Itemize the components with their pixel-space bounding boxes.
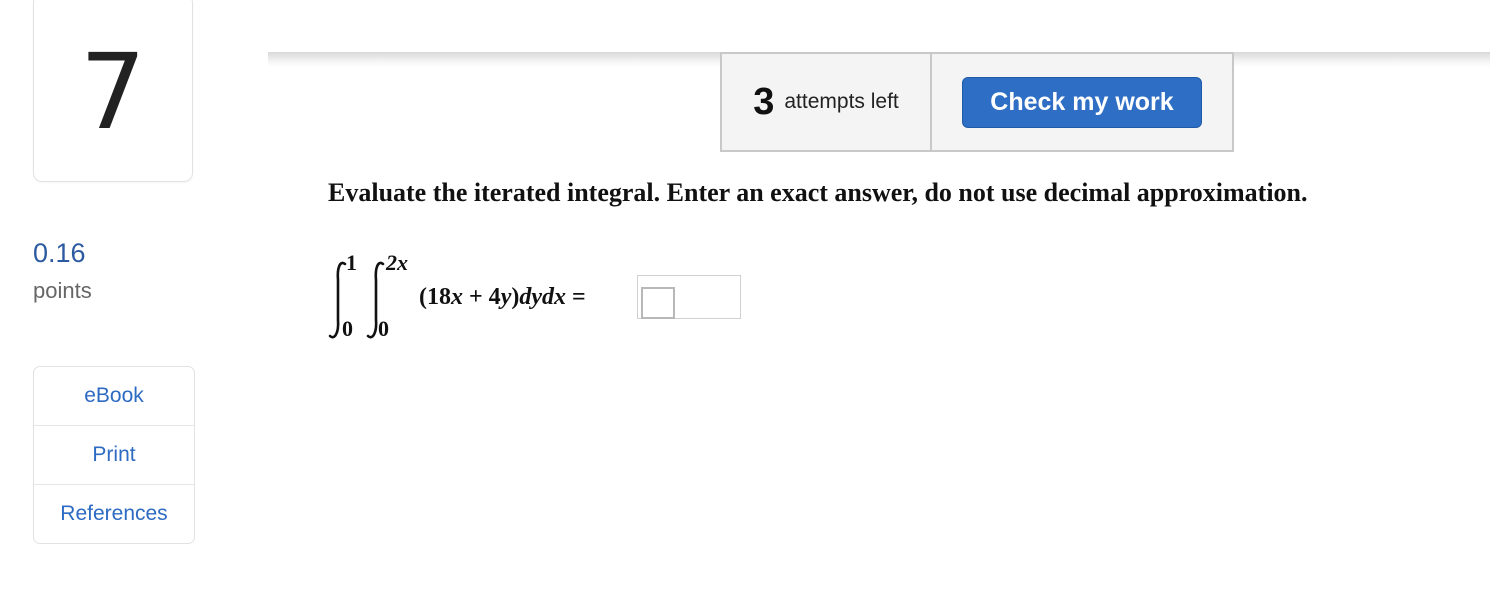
integrand: (18x + 4y)dydx = [419,284,586,311]
problem-prompt: Evaluate the iterated integral. Enter an… [328,178,1308,207]
integrand-var-x: x [451,284,463,310]
integrand-plus: + 4 [463,284,501,310]
question-number-card: 7 [33,0,193,182]
inner-lower-limit: 0 [378,316,389,341]
equals-sign: = [566,284,586,310]
resource-links: eBook Print References [33,366,195,544]
integrand-differential: dydx [519,284,566,310]
attempts-indicator: 3 attempts left [720,52,932,152]
ebook-link[interactable]: eBook [34,367,194,426]
attempts-count: 3 [753,80,775,123]
points-label: points [33,278,92,303]
outer-lower-limit: 0 [342,316,353,341]
points-value: 0.16 [33,238,86,268]
integrand-var-y: y [500,284,512,310]
integrand-open: (18 [419,284,451,310]
print-link[interactable]: Print [34,426,194,485]
inner-upper-limit: 2x [386,250,408,275]
check-my-work-button[interactable]: Check my work [962,76,1202,128]
attempts-text: attempts left [784,90,899,113]
outer-upper-limit: 1 [346,250,357,275]
references-link[interactable]: References [34,485,194,543]
answer-input-cell[interactable] [641,287,675,319]
question-number: 7 [79,31,147,153]
check-work-container: Check my work [932,52,1234,152]
